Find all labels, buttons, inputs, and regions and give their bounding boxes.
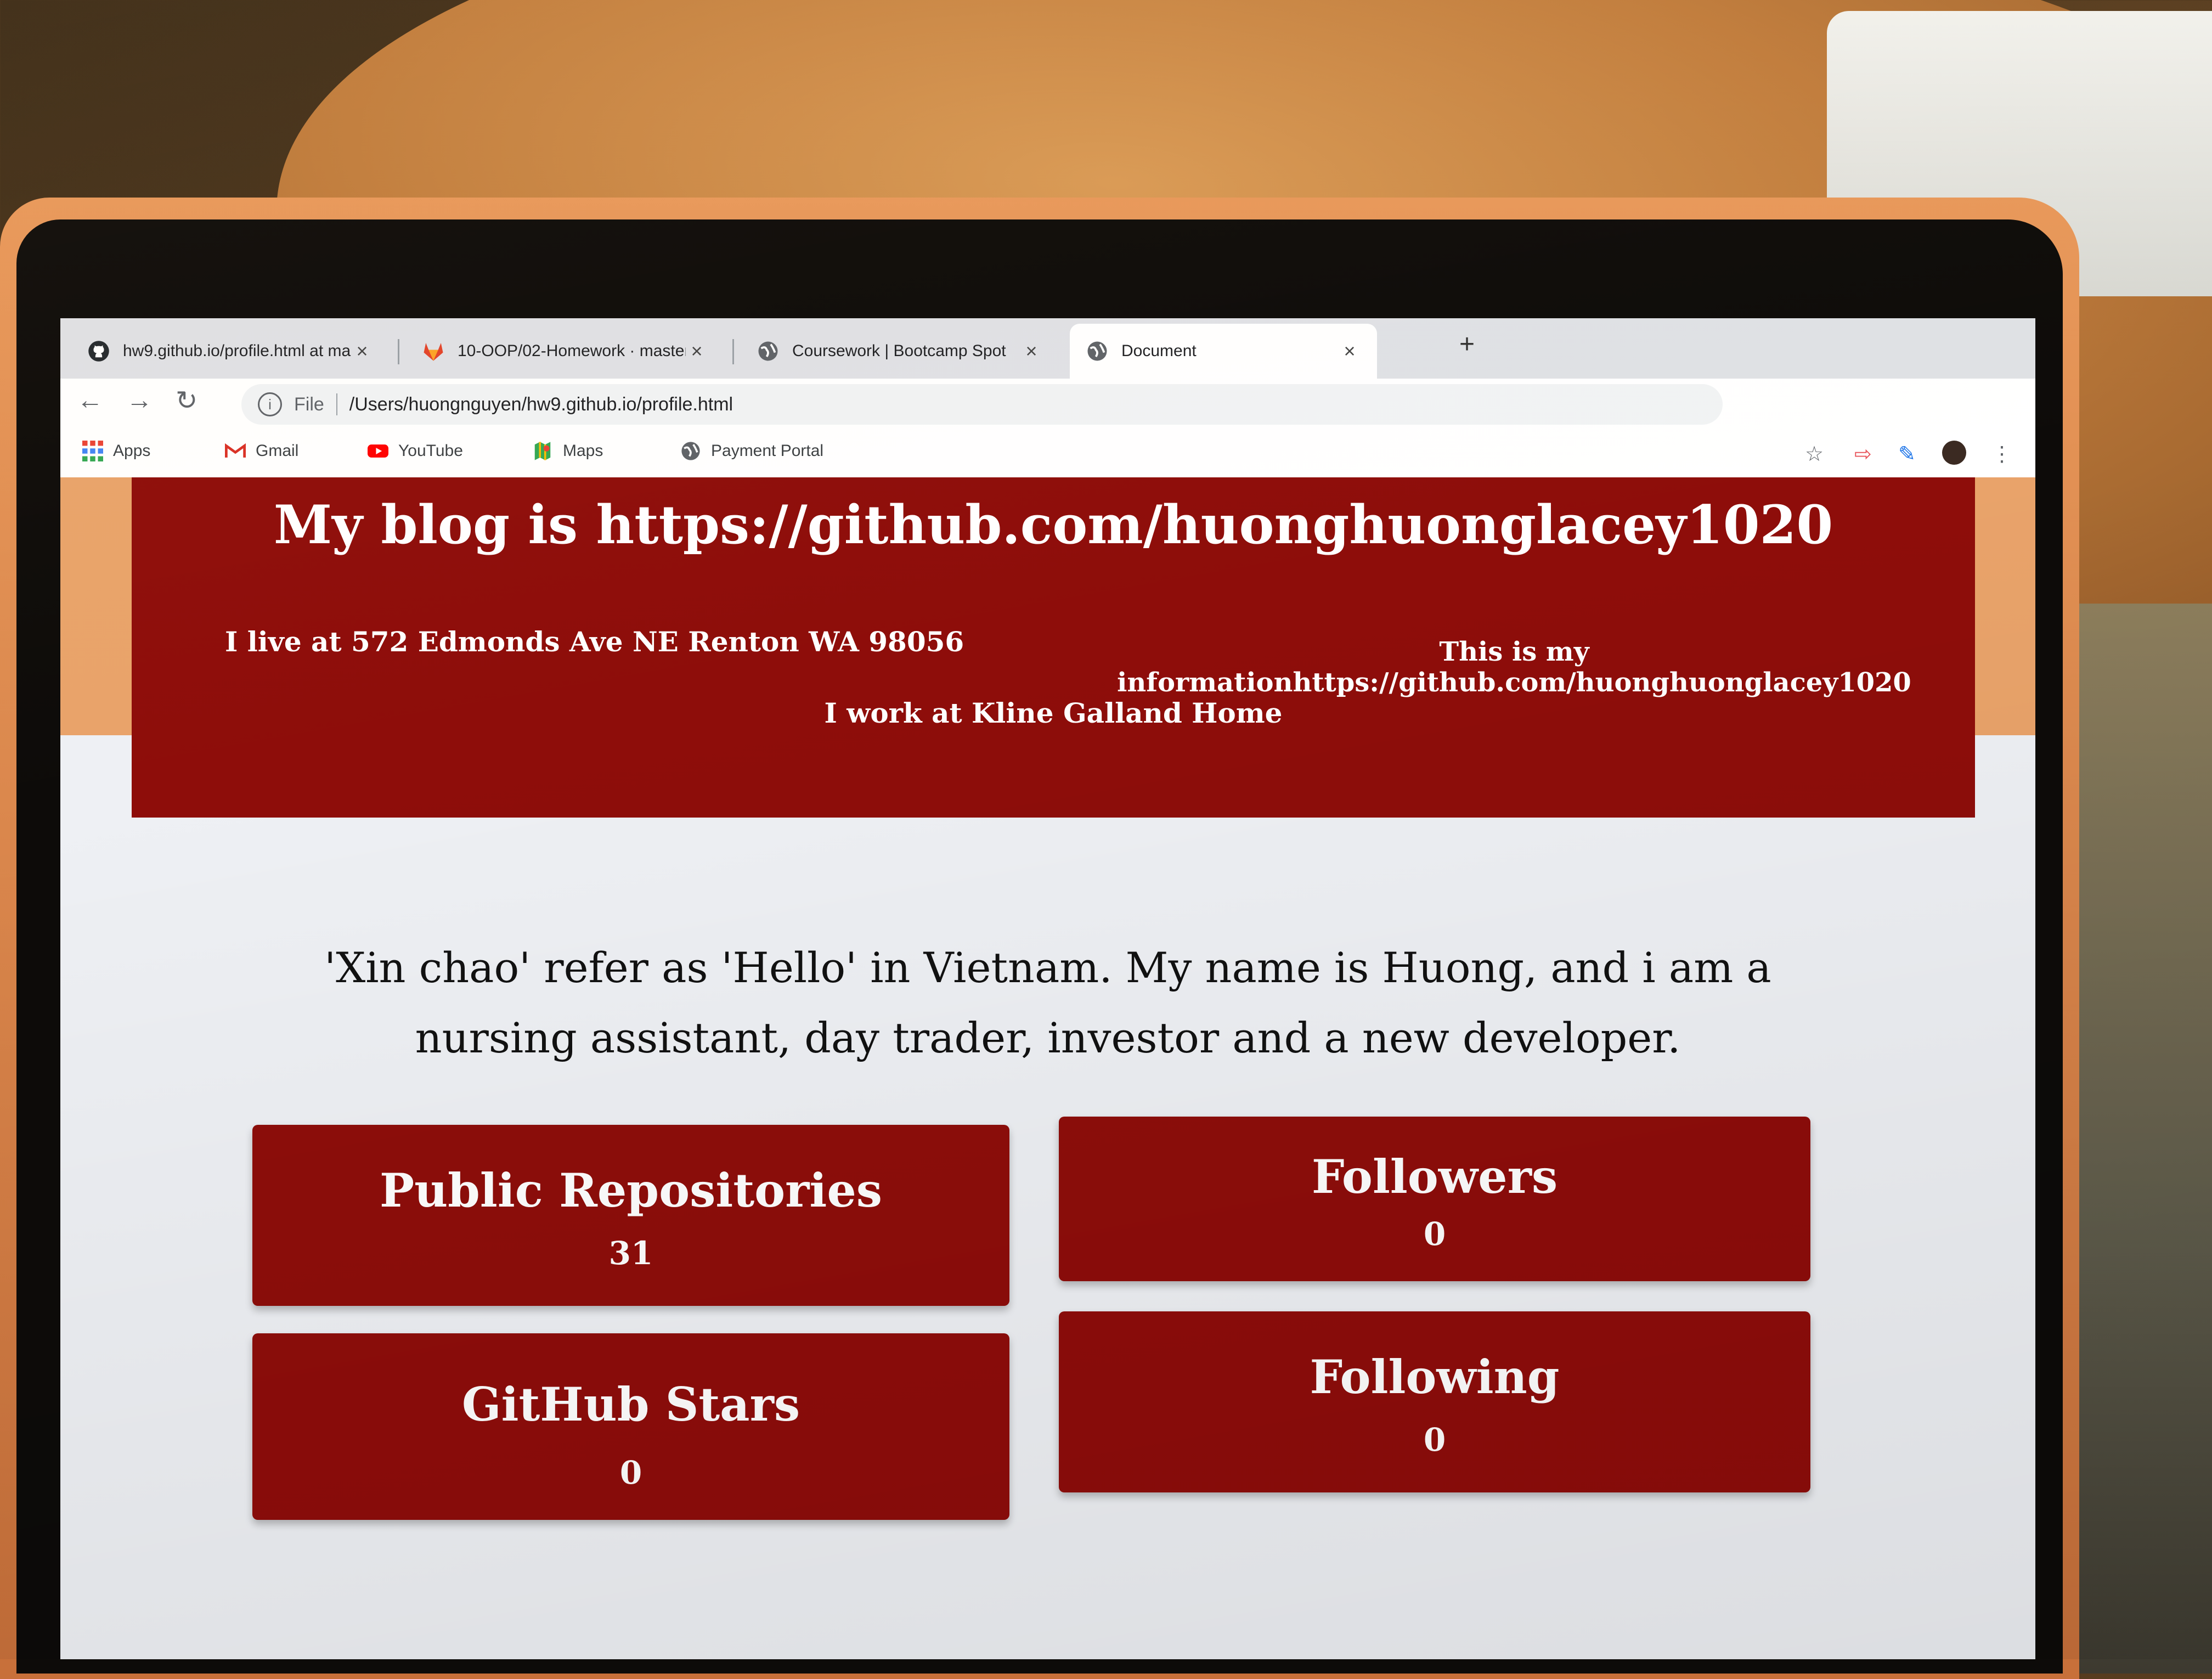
bookmark-label: Maps [563,442,603,460]
tab-title: Document [1121,342,1197,360]
bookmark-label: Apps [113,442,151,460]
gmail-icon [225,443,246,458]
bookmark-label: YouTube [398,442,463,460]
info-link-text[interactable]: This is my informationhttps://github.com… [1053,636,1975,698]
tab-title: 10-OOP/02-Homework · master [458,342,686,360]
youtube-icon [368,444,388,458]
address-scheme-label: File [294,393,324,415]
address-bar[interactable]: i File /Users/huongnguyen/hw9.github.io/… [241,384,1723,425]
tab-document[interactable]: Document × [1070,324,1377,379]
pen-extension-icon[interactable]: ✎ [1898,442,1916,466]
bookmark-gmail[interactable]: Gmail [225,441,298,461]
stat-label: Public Repositories [379,1163,883,1218]
work-text: I work at Kline Galland Home [824,697,1283,729]
bookmark-youtube[interactable]: YouTube [368,441,463,461]
close-icon[interactable]: × [686,340,708,363]
stat-value: 0 [1423,1421,1446,1458]
star-bookmark-icon[interactable]: ☆ [1805,442,1824,466]
globe-icon [681,442,700,460]
github-icon [88,341,109,362]
bookmark-label: Gmail [256,442,299,460]
bookmark-label: Payment Portal [711,442,824,460]
page-content: My blog is https://github.com/huonghuong… [60,477,2035,1659]
stat-label: Following [1310,1350,1560,1404]
bookmarks-bar: Apps Gmail YouTube Maps Payment Portal ☆… [60,431,2035,478]
forward-arrow-icon[interactable]: → [126,385,153,415]
close-icon[interactable]: × [1020,340,1042,363]
address-text: I live at 572 Edmonds Ave NE Renton WA 9… [225,626,964,658]
globe-icon [758,341,778,361]
bookmark-maps[interactable]: Maps [532,441,603,461]
gitlab-icon [424,343,443,361]
stat-card-followers: Followers 0 [1059,1117,1810,1281]
globe-icon [1087,341,1107,361]
blog-link-heading[interactable]: My blog is https://github.com/huonghuong… [132,494,1975,556]
tab-bootcamp-spot[interactable]: Coursework | Bootcamp Spot × [741,324,1059,379]
maps-icon [534,442,551,460]
address-separator [336,393,337,415]
cast-extension-icon[interactable]: ⇨ [1854,442,1872,466]
close-icon[interactable]: × [1339,340,1361,363]
apps-grid-icon [82,441,103,461]
menu-kebab-icon[interactable]: ⋮ [1991,442,2012,466]
tab-title: Coursework | Bootcamp Spot [792,342,1006,360]
tab-separator [732,339,734,364]
tab-gitlab[interactable]: 10-OOP/02-Homework · master × [406,324,724,379]
intro-paragraph: 'Xin chao' refer as 'Hello' in Vietnam. … [324,943,1771,1062]
back-arrow-icon[interactable]: ← [77,385,103,415]
stat-value: 0 [1423,1215,1446,1253]
tab-github[interactable]: hw9.github.io/profile.html at mas × [71,324,390,379]
stat-value: 31 [608,1235,653,1272]
stat-card-public-repositories: Public Repositories 31 [252,1125,1009,1306]
background-blanket [2074,604,2212,1674]
tab-separator [398,339,399,364]
stat-label: Followers [1311,1150,1558,1204]
address-url[interactable]: /Users/huongnguyen/hw9.github.io/profile… [349,394,733,415]
laptop-screen: hw9.github.io/profile.html at mas × 10-O… [60,318,2035,1659]
browser-toolbar: ← → ↻ i File /Users/huongnguyen/hw9.gith… [60,379,2035,431]
close-icon[interactable]: × [351,340,373,363]
stat-card-following: Following 0 [1059,1311,1810,1492]
tab-title: hw9.github.io/profile.html at mas [123,342,351,360]
profile-header: My blog is https://github.com/huonghuong… [132,477,1975,818]
stat-card-github-stars: GitHub Stars 0 [252,1333,1009,1520]
stat-label: GitHub Stars [461,1377,800,1432]
browser-tab-strip: hw9.github.io/profile.html at mas × 10-O… [60,318,2035,379]
info-icon[interactable]: i [258,392,282,416]
bookmark-apps[interactable]: Apps [82,441,150,461]
reload-icon[interactable]: ↻ [176,385,198,416]
stat-value: 0 [619,1454,642,1491]
bookmark-payment-portal[interactable]: Payment Portal [680,441,823,461]
new-tab-button[interactable]: + [1459,329,1475,359]
profile-avatar[interactable] [1942,441,1966,465]
